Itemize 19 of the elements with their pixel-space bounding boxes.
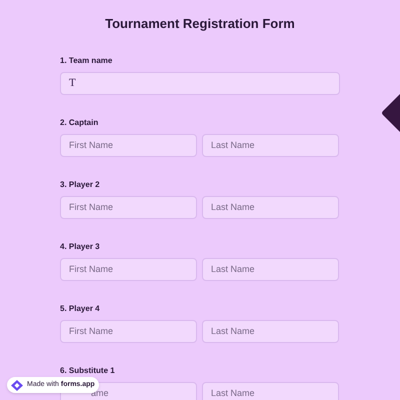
name-field[interactable]: First Name <box>60 258 197 280</box>
name-field[interactable]: First Name <box>60 134 197 156</box>
name-field[interactable]: First Name <box>60 196 197 218</box>
name-field[interactable]: Last Name <box>202 382 339 400</box>
logo-icon <box>11 380 23 390</box>
name-field[interactable]: Last Name <box>202 320 339 342</box>
name-field[interactable]: Last Name <box>202 134 339 156</box>
question-label: 2. Captain <box>60 116 100 128</box>
name-field[interactable]: Last Name <box>202 196 339 218</box>
question-label: 5. Player 4 <box>60 302 101 314</box>
name-field[interactable]: First Name <box>60 320 197 342</box>
name-field[interactable]: Last Name <box>202 258 339 280</box>
question-label: 4. Player 3 <box>60 240 101 252</box>
form-title: Tournament Registration Form <box>105 15 295 33</box>
side-tab[interactable] <box>381 94 400 132</box>
text-field[interactable]: T <box>60 72 340 94</box>
question-label: 6. Substitute 1 <box>60 364 116 376</box>
question-label: 3. Player 2 <box>60 178 101 190</box>
question-label: 1. Team name <box>60 54 114 66</box>
